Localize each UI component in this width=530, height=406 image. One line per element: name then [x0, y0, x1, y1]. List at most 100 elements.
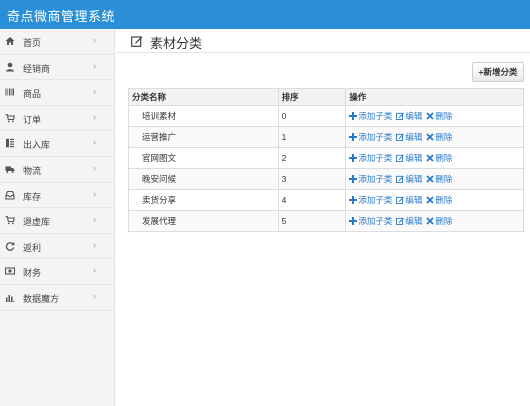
col-header-actions: 操作 — [345, 88, 524, 106]
edit-label: 编辑 — [405, 195, 423, 205]
chevron-right-icon: › — [93, 162, 96, 173]
sidebar-item-label: 经销商 — [23, 63, 51, 74]
col-header-name: 分类名称 — [128, 88, 279, 106]
home-icon — [5, 36, 15, 46]
category-name-cell: 发展代理 — [128, 210, 279, 232]
pencil-icon — [396, 196, 405, 204]
sidebar-item-1[interactable]: 经销商 › — [0, 55, 114, 81]
sort-order-cell: 5 — [277, 210, 347, 232]
close-icon — [426, 175, 435, 183]
edit-link[interactable]: 编辑 — [396, 111, 422, 121]
add-child-link[interactable]: 添加子类 — [349, 174, 392, 184]
sidebar-item-8[interactable]: 返利 › — [0, 234, 114, 260]
delete-link[interactable]: 删除 — [426, 153, 452, 163]
add-child-label: 添加子类 — [358, 111, 393, 121]
close-icon — [426, 154, 435, 162]
edit-link[interactable]: 编辑 — [396, 195, 422, 205]
sidebar-item-label: 库存 — [23, 191, 42, 202]
actions-cell: 添加子类 编辑 删除 — [345, 210, 524, 232]
edit-link[interactable]: 编辑 — [396, 174, 422, 184]
sidebar-item-7[interactable]: 退虚库 › — [0, 208, 114, 234]
money-icon — [5, 266, 15, 276]
add-category-button[interactable]: +新增分类 — [472, 62, 524, 82]
add-child-label: 添加子类 — [358, 132, 393, 142]
sort-order-cell: 0 — [277, 105, 347, 127]
sidebar-item-label: 财务 — [23, 268, 42, 279]
sidebar-item-label: 物流 — [23, 165, 42, 176]
table-row: 卖货分享 4 添加子类 编辑 删除 — [128, 189, 524, 211]
table-row: 发展代理 5 添加子类 编辑 删除 — [128, 210, 524, 232]
sidebar-item-5[interactable]: 物流 › — [0, 157, 114, 183]
pencil-icon — [396, 133, 405, 141]
add-child-label: 添加子类 — [358, 216, 393, 226]
actions-cell: 添加子类 编辑 删除 — [345, 105, 524, 127]
page-title: 素材分类 — [150, 36, 203, 51]
delete-link[interactable]: 删除 — [426, 111, 452, 121]
delete-label: 删除 — [435, 153, 453, 163]
app-title: 奇点微商管理系统 — [7, 9, 116, 24]
sidebar-item-10[interactable]: 数据魔方 › — [0, 285, 114, 311]
sidebar-item-2[interactable]: 商品 › — [0, 80, 114, 106]
edit-label: 编辑 — [405, 111, 423, 121]
pencil-icon — [396, 112, 405, 120]
delete-label: 删除 — [435, 174, 453, 184]
add-child-link[interactable]: 添加子类 — [349, 153, 392, 163]
sidebar-item-0[interactable]: 首页 › — [0, 29, 114, 55]
delete-link[interactable]: 删除 — [426, 174, 452, 184]
sidebar-item-9[interactable]: 财务 › — [0, 259, 114, 285]
table-row: 运营推广 1 添加子类 编辑 删除 — [128, 126, 524, 148]
actions-cell: 添加子类 编辑 删除 — [345, 189, 524, 211]
sidebar: 首页 › 经销商 › 商品 › 订单 › 出入库 › 物流 › 库存 › 退虚库 › 返利 › 财务 › 数据魔方 › — [0, 29, 115, 406]
add-child-link[interactable]: 添加子类 — [349, 195, 392, 205]
sort-order-cell: 3 — [277, 168, 347, 190]
delete-link[interactable]: 删除 — [426, 216, 452, 226]
sort-order-cell: 1 — [277, 126, 347, 148]
sidebar-item-6[interactable]: 库存 › — [0, 183, 114, 209]
pencil-icon — [396, 217, 405, 225]
delete-label: 删除 — [435, 111, 453, 121]
doc-icon — [5, 138, 15, 148]
close-icon — [426, 196, 435, 204]
cart-icon — [5, 215, 15, 225]
edit-link[interactable]: 编辑 — [396, 132, 422, 142]
sidebar-item-label: 出入库 — [23, 140, 51, 151]
category-name-cell: 晚安问候 — [128, 168, 279, 190]
delete-link[interactable]: 删除 — [426, 195, 452, 205]
delete-label: 删除 — [435, 132, 453, 142]
sidebar-item-label: 退虚库 — [23, 217, 51, 228]
chevron-right-icon: › — [93, 265, 96, 276]
edit-link[interactable]: 编辑 — [396, 216, 422, 226]
sidebar-item-label: 订单 — [23, 114, 42, 125]
add-child-link[interactable]: 添加子类 — [349, 132, 392, 142]
delete-label: 删除 — [435, 195, 453, 205]
sidebar-item-label: 首页 — [23, 38, 42, 48]
sidebar-item-4[interactable]: 出入库 › — [0, 131, 114, 157]
chevron-right-icon: › — [93, 137, 96, 148]
table-row: 培训素材 0 添加子类 编辑 删除 — [128, 105, 524, 127]
plus-icon — [349, 133, 358, 141]
pencil-icon — [396, 175, 405, 183]
add-child-label: 添加子类 — [358, 174, 393, 184]
cart-icon — [5, 113, 15, 123]
chevron-right-icon: › — [93, 86, 96, 97]
add-child-link[interactable]: 添加子类 — [349, 111, 392, 121]
plus-icon — [349, 196, 358, 204]
barcode-icon — [5, 87, 15, 97]
edit-link[interactable]: 编辑 — [396, 153, 422, 163]
chevron-right-icon: › — [93, 188, 96, 199]
sort-order-cell: 2 — [277, 147, 347, 169]
edit-label: 编辑 — [405, 153, 423, 163]
chevron-right-icon: › — [93, 35, 96, 45]
category-name-cell: 运营推广 — [128, 126, 279, 148]
sidebar-item-label: 返利 — [23, 242, 42, 253]
sidebar-item-label: 数据魔方 — [23, 293, 60, 304]
plus-icon — [349, 112, 358, 120]
delete-link[interactable]: 删除 — [426, 132, 452, 142]
add-child-link[interactable]: 添加子类 — [349, 216, 392, 226]
pencil-icon — [396, 154, 405, 162]
sidebar-item-3[interactable]: 订单 › — [0, 106, 114, 132]
sidebar-item-label: 商品 — [23, 89, 42, 100]
refresh-icon — [5, 241, 15, 251]
chevron-right-icon: › — [93, 290, 96, 301]
page-header: 素材分类 — [116, 29, 530, 53]
